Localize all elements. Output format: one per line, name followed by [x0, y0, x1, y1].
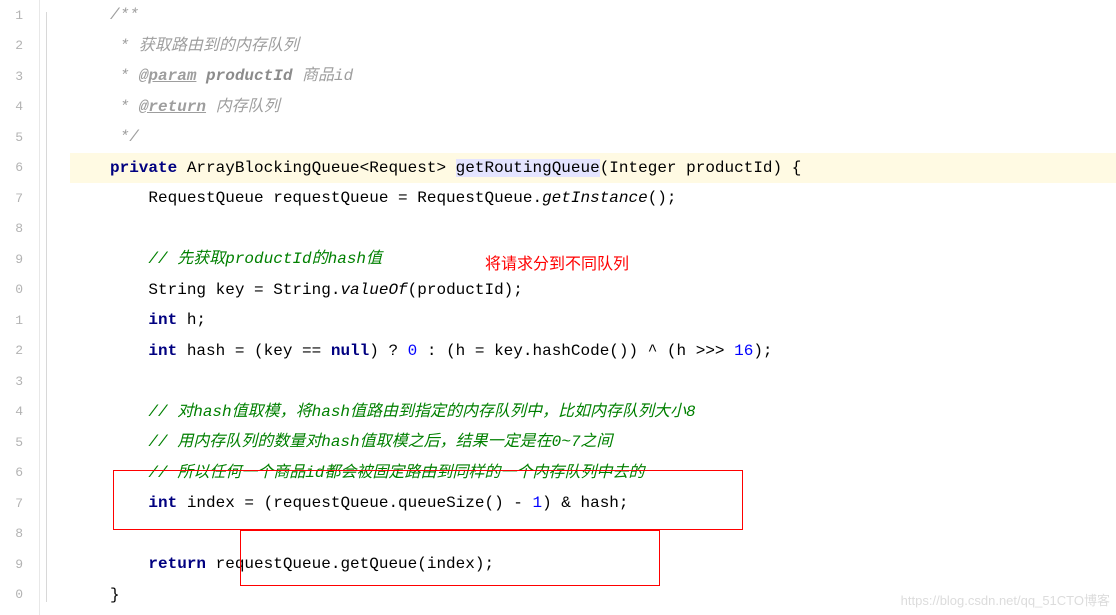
- line-comment: // 所以任何一个商品id都会被固定路由到同样的一个内存队列中去的: [110, 464, 644, 482]
- doc-text: 获取路由到的内存队列: [139, 37, 299, 55]
- gutter-line-number: 8: [0, 214, 39, 245]
- gutter-line-number: 9: [0, 244, 39, 275]
- code-line[interactable]: String key = String.valueOf(productId);: [70, 275, 1116, 306]
- code-text: ) & hash;: [542, 494, 628, 512]
- code-line[interactable]: // 所以任何一个商品id都会被固定路由到同样的一个内存队列中去的: [70, 458, 1116, 489]
- code-line[interactable]: */: [70, 122, 1116, 153]
- code-line[interactable]: return requestQueue.getQueue(index);: [70, 549, 1116, 580]
- kw-null: null: [331, 342, 369, 360]
- code-text: RequestQueue requestQueue = RequestQueue…: [110, 189, 542, 207]
- code-text: );: [753, 342, 772, 360]
- gutter-line-number: 3: [0, 61, 39, 92]
- gutter-line-number: 7: [0, 488, 39, 519]
- gutter-line-number: 5: [0, 427, 39, 458]
- doc-comment-open: /**: [110, 6, 139, 24]
- code-line[interactable]: * @param productId 商品id: [70, 61, 1116, 92]
- code-editor[interactable]: /** * 获取路由到的内存队列 * @param productId 商品id…: [70, 0, 1116, 610]
- code-line[interactable]: /**: [70, 0, 1116, 31]
- code-line-empty[interactable]: [70, 366, 1116, 397]
- number-literal: 16: [734, 342, 753, 360]
- fold-column: [40, 0, 70, 615]
- gutter-line-number: 6: [0, 153, 39, 184]
- doc-return-desc: 内存队列: [206, 98, 280, 116]
- kw-int: int: [110, 494, 177, 512]
- doc-star: *: [110, 37, 139, 55]
- line-comment: // 对hash值取模，将hash值路由到指定的内存队列中，比如内存队列大小8: [110, 403, 696, 421]
- doc-star: *: [110, 67, 139, 85]
- number-literal: 1: [532, 494, 542, 512]
- code-text: requestQueue.getQueue(index);: [206, 555, 494, 573]
- code-line[interactable]: // 用内存队列的数量对hash值取模之后，结果一定是在0~7之间: [70, 427, 1116, 458]
- gutter-line-number: 8: [0, 519, 39, 550]
- kw-int: int: [110, 311, 177, 329]
- code-line[interactable]: int h;: [70, 305, 1116, 336]
- gutter-line-number: 9: [0, 549, 39, 580]
- kw-int: int: [110, 342, 177, 360]
- doc-tag-param: @param: [139, 67, 197, 85]
- code-line[interactable]: * @return 内存队列: [70, 92, 1116, 123]
- closing-brace: }: [110, 586, 120, 604]
- code-line[interactable]: RequestQueue requestQueue = RequestQueue…: [70, 183, 1116, 214]
- kw-private: private: [110, 159, 177, 177]
- gutter-line-number: 5: [0, 122, 39, 153]
- code-line-empty[interactable]: [70, 214, 1116, 245]
- number-literal: 0: [408, 342, 418, 360]
- gutter-line-number: 0: [0, 275, 39, 306]
- return-type: ArrayBlockingQueue<Request>: [177, 159, 455, 177]
- code-text: (productId);: [408, 281, 523, 299]
- kw-return: return: [110, 555, 206, 573]
- code-line[interactable]: int index = (requestQueue.queueSize() - …: [70, 488, 1116, 519]
- gutter-line-number: 6: [0, 458, 39, 489]
- doc-star: *: [110, 98, 139, 116]
- gutter-line-number: 0: [0, 580, 39, 611]
- static-call: getInstance: [542, 189, 648, 207]
- red-annotation-text: 将请求分到不同队列: [485, 250, 629, 274]
- fold-guide-line: [46, 12, 47, 602]
- gutter-line-number: 4: [0, 92, 39, 123]
- gutter-line-number: 2: [0, 31, 39, 62]
- code-text: ();: [648, 189, 677, 207]
- gutter-line-number: 2: [0, 336, 39, 367]
- method-params: (Integer productId) {: [600, 159, 802, 177]
- code-text: String key = String.: [110, 281, 340, 299]
- gutter-line-number: 4: [0, 397, 39, 428]
- gutter-line-number: 1: [0, 0, 39, 31]
- static-call: valueOf: [340, 281, 407, 299]
- doc-param-desc: 商品id: [292, 67, 353, 85]
- line-gutter: 1 2 3 4 5 6 7 8 9 0 1 2 3 4 5 6 7 8 9 0: [0, 0, 40, 615]
- method-name: getRoutingQueue: [456, 159, 600, 177]
- code-text: ) ?: [369, 342, 407, 360]
- line-comment: // 先获取productId的hash值: [110, 250, 382, 268]
- code-text: index = (requestQueue.queueSize() -: [177, 494, 532, 512]
- gutter-line-number: 3: [0, 366, 39, 397]
- code-line-empty[interactable]: [70, 519, 1116, 550]
- code-line-current[interactable]: private ArrayBlockingQueue<Request> getR…: [70, 153, 1116, 184]
- code-text: : (h = key.hashCode()) ^ (h >>>: [417, 342, 734, 360]
- line-comment: // 用内存队列的数量对hash值取模之后，结果一定是在0~7之间: [110, 433, 612, 451]
- doc-comment-close: */: [110, 128, 139, 146]
- code-text: h;: [177, 311, 206, 329]
- doc-param-name: productId: [196, 67, 292, 85]
- gutter-line-number: 7: [0, 183, 39, 214]
- code-line[interactable]: * 获取路由到的内存队列: [70, 31, 1116, 62]
- code-line[interactable]: int hash = (key == null) ? 0 : (h = key.…: [70, 336, 1116, 367]
- code-line[interactable]: // 对hash值取模，将hash值路由到指定的内存队列中，比如内存队列大小8: [70, 397, 1116, 428]
- watermark-text: https://blog.csdn.net/qq_51CTO博客: [901, 590, 1110, 609]
- code-text: hash = (key ==: [177, 342, 331, 360]
- gutter-line-number: 1: [0, 305, 39, 336]
- doc-tag-return: @return: [139, 98, 206, 116]
